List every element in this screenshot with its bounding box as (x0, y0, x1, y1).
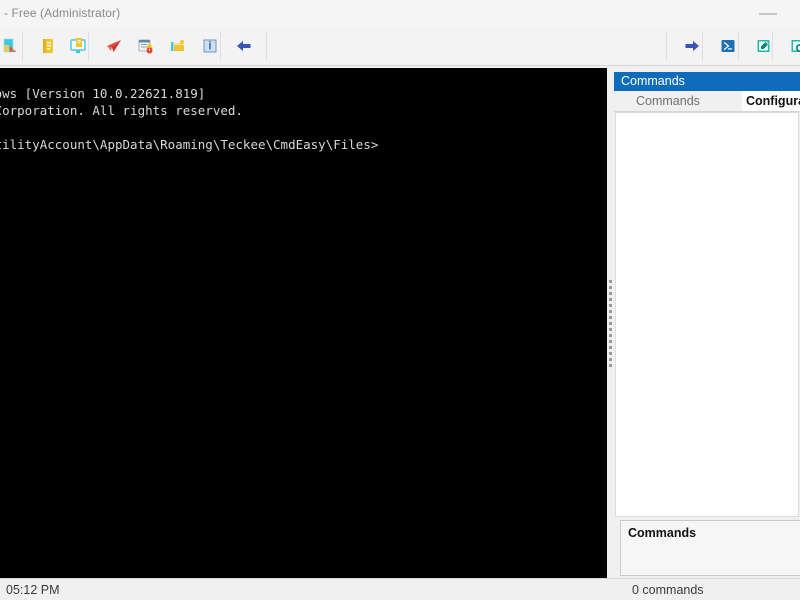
status-bar: 05:12 PM 0 commands (0, 578, 800, 600)
status-command-count: 0 commands (632, 583, 704, 597)
forward-arrow-icon (682, 36, 702, 56)
commands-detail-title: Commands (628, 526, 697, 540)
splitter-grip (609, 280, 613, 367)
commands-panel-header: Commands (614, 72, 800, 91)
schedule-alert-icon (136, 36, 156, 56)
window-title: - Free (Administrator) (4, 6, 121, 20)
info-button[interactable] (194, 30, 226, 62)
share-button[interactable] (162, 30, 194, 62)
new-script-icon (0, 36, 20, 56)
edit-button[interactable] (748, 30, 780, 62)
schedule-button[interactable] (130, 30, 162, 62)
open-book-icon (38, 36, 58, 56)
commands-panel: Commands Commands Configurat Commands (614, 68, 800, 578)
back-arrow-icon (234, 36, 254, 56)
commands-detail-box[interactable]: Commands (620, 520, 800, 576)
console-output[interactable]: indows [Version 10.0.22621.819] ft Corpo… (0, 68, 607, 578)
commands-tabstrip: Commands Configurat (614, 91, 800, 112)
minimize-button[interactable] (746, 0, 792, 27)
info-panel-icon (200, 36, 220, 56)
monitor-note-icon (68, 36, 88, 56)
monitor-button[interactable] (62, 30, 94, 62)
forward-button[interactable] (676, 30, 708, 62)
edit-pencil-icon (754, 36, 774, 56)
commands-list[interactable] (615, 112, 799, 517)
console-text: indows [Version 10.0.22621.819] ft Corpo… (0, 85, 379, 152)
run-button[interactable] (98, 30, 130, 62)
powershell-button[interactable] (712, 30, 744, 62)
new-script-button[interactable] (0, 30, 26, 62)
toolbar-separator (666, 31, 667, 61)
document-search-icon (788, 36, 800, 56)
title-bar: - Free (Administrator) (0, 0, 800, 28)
main-toolbar (0, 27, 800, 66)
status-time: 05:12 PM (6, 583, 60, 597)
back-button[interactable] (228, 30, 260, 62)
application-window: - Free (Administrator) ws [Version 10.0.… (0, 0, 800, 600)
powershell-icon (718, 36, 738, 56)
tab-configuration[interactable]: Configurat (742, 91, 800, 111)
library-button[interactable] (32, 30, 64, 62)
red-paper-plane-icon (104, 36, 124, 56)
tab-commands[interactable]: Commands (636, 91, 700, 111)
document-search-button[interactable] (782, 30, 800, 62)
folder-share-icon (168, 36, 188, 56)
vertical-splitter[interactable] (607, 68, 614, 578)
toolbar-separator (266, 31, 267, 61)
